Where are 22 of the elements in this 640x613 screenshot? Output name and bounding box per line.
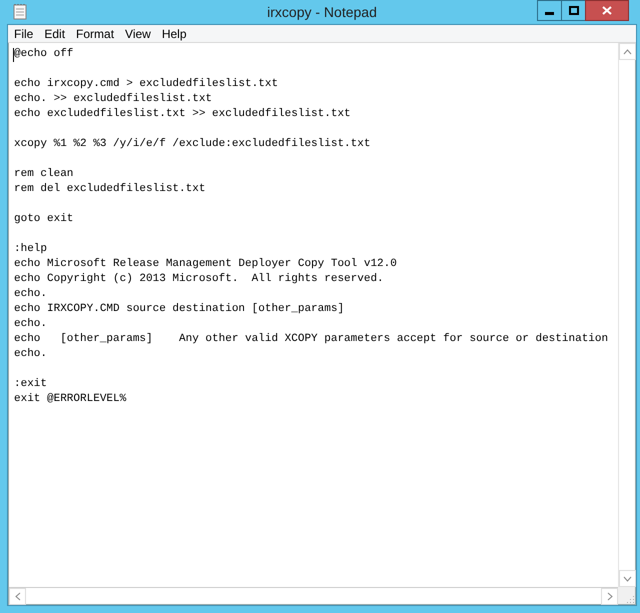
scroll-up-button[interactable]	[619, 43, 636, 60]
chevron-up-icon	[623, 48, 632, 54]
scroll-down-button[interactable]	[619, 570, 636, 587]
window-title: irxcopy - Notepad	[267, 4, 377, 20]
editor-text: @echo off echo irxcopy.cmd > excludedfileslist.txt echo. >> excludedfileslist.txt echo excludedfileslist.txt >> excludedfileslist.txt xcopy %1 %2 %3 /y/i/e/f /exclude:excludedfileslist.txt rem clean rem del excludedfileslist.txt goto exit :help echo Microsoft Release Management Deployer Copy Tool v12.0 echo Copyright (c) 2013 Microsoft. All rights reserved. echo. echo IRXCOPY.CMD source destination [other_params] echo. echo [other_params] Any other valid XCOPY parameters accept for source or destination echo. :exit exit @ERRORLEVEL%	[14, 47, 608, 407]
chevron-down-icon	[623, 576, 632, 582]
menu-item[interactable]: Help	[156, 26, 193, 42]
close-icon	[602, 6, 612, 15]
maximize-icon	[568, 6, 578, 15]
menu-item[interactable]: Edit	[39, 26, 72, 42]
text-caret	[13, 48, 14, 62]
close-button[interactable]	[585, 0, 629, 21]
menu-item[interactable]: File	[9, 26, 40, 42]
scroll-right-button[interactable]	[601, 588, 618, 605]
minimize-button[interactable]	[537, 0, 562, 21]
maximize-button[interactable]	[561, 0, 586, 21]
scroll-left-button[interactable]	[9, 588, 26, 605]
chevron-left-icon	[14, 592, 20, 601]
menu-item[interactable]: Format	[71, 26, 120, 42]
notepad-icon	[13, 4, 27, 20]
chevron-right-icon	[606, 592, 612, 601]
menu-item[interactable]: View	[120, 26, 157, 42]
